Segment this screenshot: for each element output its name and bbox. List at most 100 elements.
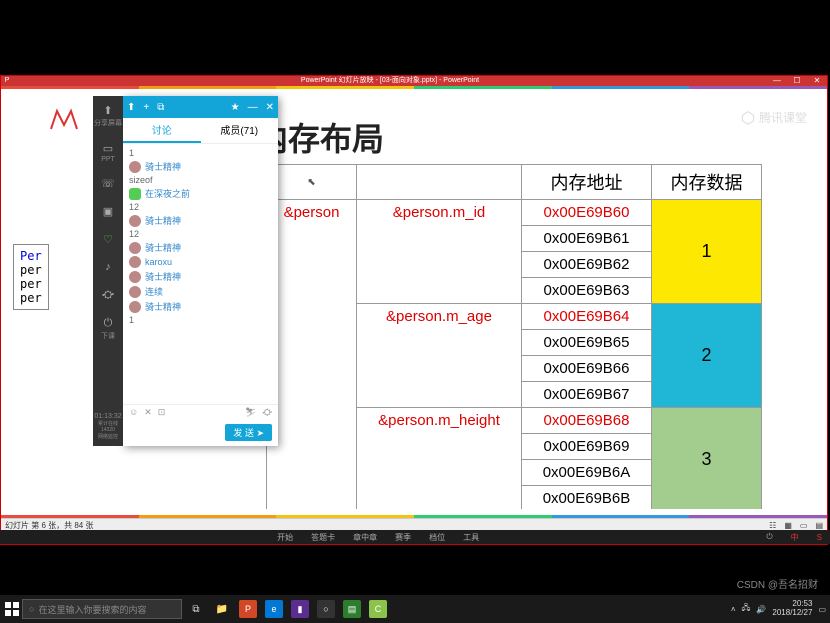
chat-message: 骑士精神 xyxy=(129,300,272,313)
avatar-icon xyxy=(129,271,141,283)
tab-discuss[interactable]: 讨论 xyxy=(123,118,201,143)
addr: 0x00E69B65 xyxy=(522,330,652,356)
taskbar-app[interactable]: ▮ xyxy=(288,597,312,621)
addr: 0x00E69B60 xyxy=(522,200,652,226)
addr: 0x00E69B6A xyxy=(522,460,652,486)
menu-item[interactable]: 章中章 xyxy=(353,532,377,543)
taskbar-app[interactable]: ▤ xyxy=(340,597,364,621)
tray-up-icon[interactable]: ˄ xyxy=(731,605,736,614)
sound-icon[interactable]: S xyxy=(817,533,822,542)
username: karoxu xyxy=(145,257,172,267)
chat-messages[interactable]: 1骑士精神sizeof在深夜之前12骑士精神12骑士精神karoxu骑士精神连续… xyxy=(123,144,278,404)
sb-settings[interactable]: ⛮ xyxy=(100,287,116,303)
field-id: &person.m_id xyxy=(357,200,522,304)
message-text: 1 xyxy=(129,315,134,325)
username: 骑士精神 xyxy=(145,300,181,313)
emoji-icon[interactable]: ☺ xyxy=(129,407,138,418)
chat-message: karoxu xyxy=(129,256,272,268)
addr: 0x00E69B62 xyxy=(522,252,652,278)
stats: 累计在线 14320 网络监控 xyxy=(94,420,121,440)
menu-item[interactable]: 赛季 xyxy=(395,532,411,543)
view-icon[interactable]: ☷ xyxy=(769,521,776,530)
memory-table: ⬉ 内存地址 内存数据 &person &person.m_id 0x00E69… xyxy=(266,164,762,509)
menu-item[interactable]: 开始 xyxy=(277,532,293,543)
gear-icon[interactable]: ⛮ xyxy=(263,407,272,418)
clear-icon[interactable]: ✕ xyxy=(144,407,152,418)
network-icon[interactable]: 🖧 xyxy=(742,602,751,616)
explorer-icon[interactable]: 📁 xyxy=(210,597,234,621)
username: 骑士精神 xyxy=(145,241,181,254)
task-view-icon[interactable]: ⧉ xyxy=(184,597,208,621)
chat-close[interactable]: ✕ xyxy=(266,102,274,113)
chat-message: sizeof xyxy=(129,175,272,185)
power-icon[interactable]: ⏻ xyxy=(766,532,772,542)
sb-rec[interactable]: ♡ xyxy=(100,231,116,247)
clock[interactable]: 20:53 2018/12/27 xyxy=(772,600,812,618)
upload-icon[interactable]: ⬆ xyxy=(127,102,135,113)
sb-voice[interactable]: ☏ xyxy=(100,175,116,191)
chat-header: ⬆ + ⧉ ★ — ✕ xyxy=(123,96,278,118)
minimize-button[interactable]: — xyxy=(767,76,787,86)
avatar-icon xyxy=(129,256,141,268)
sb-music[interactable]: ♪ xyxy=(100,259,116,275)
image-icon[interactable]: ⊡ xyxy=(158,407,166,418)
chat-message: 连续 xyxy=(129,285,272,298)
taskbar-app[interactable]: ○ xyxy=(314,597,338,621)
maximize-button[interactable]: ☐ xyxy=(787,76,807,86)
search-box[interactable]: ○ 在这里输入你要搜索的内容 xyxy=(22,599,182,619)
view-icon[interactable]: ▤ xyxy=(815,521,823,530)
taskbar-app[interactable]: C xyxy=(366,597,390,621)
person-label: &person xyxy=(267,200,357,510)
vs-menu: 开始 答题卡 章中章 赛季 档位 工具 ⏻ 中 S xyxy=(0,530,830,544)
start-button[interactable] xyxy=(4,601,20,617)
addr: 0x00E69B69 xyxy=(522,434,652,460)
avatar-icon xyxy=(129,242,141,254)
menu-item[interactable]: 档位 xyxy=(429,532,445,543)
message-text: 1 xyxy=(129,148,134,158)
addr: 0x00E69B67 xyxy=(522,382,652,408)
username: 在深夜之前 xyxy=(145,187,190,200)
view-icon[interactable]: ▭ xyxy=(800,521,808,530)
chat-message: 1 xyxy=(129,148,272,158)
window-title: PowerPoint 幻灯片放映 - [03-面向对象.pptx] - Powe… xyxy=(13,76,767,86)
plus-icon[interactable]: + xyxy=(143,102,149,113)
volume-icon[interactable]: 🔊 xyxy=(756,605,766,614)
chat-toolbar: ☺ ✕ ⊡ ⛷ ⛮ xyxy=(123,404,278,420)
avatar-icon xyxy=(129,188,141,200)
taskbar-app[interactable]: e xyxy=(262,597,286,621)
menu-item[interactable]: 答题卡 xyxy=(311,532,335,543)
data-3: 3 xyxy=(652,408,762,510)
message-text: sizeof xyxy=(129,175,153,185)
new-tab-icon[interactable]: ⧉ xyxy=(157,102,164,113)
sb-video[interactable]: ▣ xyxy=(100,203,116,219)
chat-message: 在深夜之前 xyxy=(129,187,272,200)
chat-message: 12 xyxy=(129,229,272,239)
chat-message: 骑士精神 xyxy=(129,270,272,283)
field-age: &person.m_age xyxy=(357,304,522,408)
avatar-icon xyxy=(129,161,141,173)
send-button[interactable]: 发 送 ➤ xyxy=(225,424,272,441)
notifications-icon[interactable]: ▭ xyxy=(818,605,826,614)
sb-end[interactable]: ⏻下课 xyxy=(100,315,116,341)
sb-ppt[interactable]: ▭PPT xyxy=(100,140,116,163)
header-address: 内存地址 xyxy=(522,165,652,200)
tool-sidebar: ⬆分享屏幕 ▭PPT ☏ ▣ ♡ ♪ ⛮ ⏻下课 01:13:32 累计在线 1… xyxy=(93,96,123,446)
tab-members[interactable]: 成员(71) xyxy=(201,118,279,143)
view-icon[interactable]: ▦ xyxy=(784,521,792,530)
addr: 0x00E69B66 xyxy=(522,356,652,382)
addr: 0x00E69B63 xyxy=(522,278,652,304)
header-data: 内存数据 xyxy=(652,165,762,200)
sb-share[interactable]: ⬆分享屏幕 xyxy=(94,102,122,128)
people-icon[interactable]: ⛷ xyxy=(245,407,256,418)
taskbar-app[interactable]: P xyxy=(236,597,260,621)
star-icon[interactable]: ★ xyxy=(231,102,240,113)
close-button[interactable]: ✕ xyxy=(807,76,827,86)
field-height: &person.m_height xyxy=(357,408,522,510)
chat-minimize[interactable]: — xyxy=(248,102,258,113)
message-text: 12 xyxy=(129,202,139,212)
flag-icon[interactable]: 中 xyxy=(791,532,799,543)
username: 连续 xyxy=(145,285,163,298)
menu-item[interactable]: 工具 xyxy=(463,532,479,543)
data-1: 1 xyxy=(652,200,762,304)
taskbar: ○ 在这里输入你要搜索的内容 ⧉ 📁 P e ▮ ○ ▤ C ˄ 🖧 🔊 20:… xyxy=(0,595,830,623)
